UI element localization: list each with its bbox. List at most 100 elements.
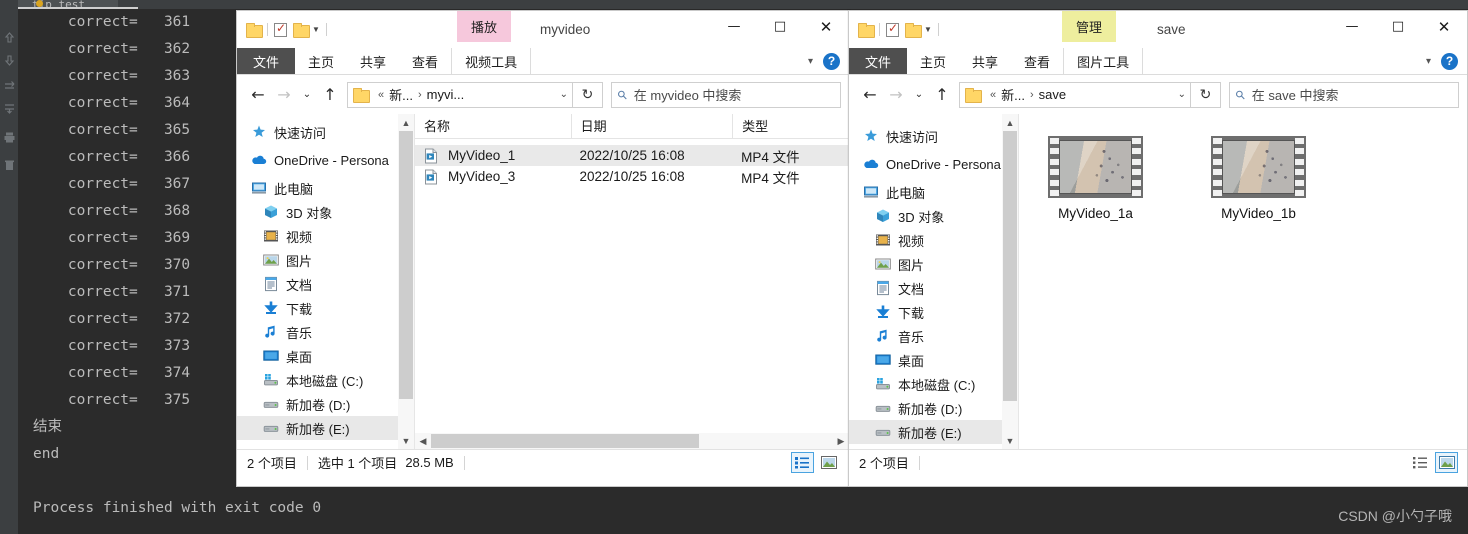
- explorer-window-myvideo[interactable]: ▼ 播放 myvideo — □ ✕ 文件 主页 共享 查看 视频工具 ▾ ? …: [236, 10, 850, 487]
- chevron-down-icon[interactable]: ▾: [1426, 56, 1431, 67]
- forward-button[interactable]: →: [883, 82, 909, 108]
- ribbon-tab-file[interactable]: 文件: [849, 48, 908, 74]
- customize-caret-icon[interactable]: ▼: [924, 25, 932, 34]
- nav-pane-item[interactable]: OneDrive - Persona: [237, 148, 414, 172]
- ribbon-tab-home[interactable]: 主页: [907, 48, 959, 74]
- scroll-up-icon[interactable]: ▲: [1002, 114, 1018, 131]
- nav-pane-item[interactable]: 本地磁盘 (C:): [237, 368, 414, 392]
- scroll-thumb[interactable]: [399, 131, 413, 399]
- window2-ribbon-right[interactable]: ▾ ?: [1426, 48, 1467, 74]
- forward-button[interactable]: →: [271, 82, 297, 108]
- list-item[interactable]: MyVideo_1b: [1196, 136, 1321, 221]
- window1-quick-access-toolbar[interactable]: ▼: [237, 21, 327, 38]
- back-button[interactable]: ←: [245, 82, 271, 108]
- breadcrumb-item-0[interactable]: 新...: [389, 85, 413, 104]
- customize-caret-icon[interactable]: ▼: [312, 25, 320, 34]
- details-view-icon[interactable]: [1409, 452, 1432, 473]
- window2-quick-access-toolbar[interactable]: ▼: [849, 21, 939, 38]
- breadcrumb-item-1[interactable]: save: [1039, 87, 1066, 102]
- chevron-down-icon[interactable]: ⌄: [1170, 89, 1186, 100]
- nav-pane-item[interactable]: 视频: [237, 224, 414, 248]
- print-icon[interactable]: [3, 131, 16, 144]
- nav-pane-item[interactable]: 3D 对象: [849, 204, 1018, 228]
- new-folder-icon[interactable]: [293, 23, 310, 38]
- window1-view-buttons[interactable]: [791, 452, 849, 473]
- nav-pane-item[interactable]: 桌面: [849, 348, 1018, 372]
- window2-thumbnail-pane[interactable]: MyVideo_1a MyVideo_1b: [1019, 114, 1467, 449]
- nav-pane-item[interactable]: 文档: [849, 276, 1018, 300]
- window2-context-tab-highlight[interactable]: 管理: [1062, 11, 1117, 42]
- nav-pane-item[interactable]: 新加卷 (D:): [237, 392, 414, 416]
- window1-context-tab-highlight[interactable]: 播放: [457, 11, 512, 42]
- scroll-right-icon[interactable]: ▶: [833, 436, 849, 447]
- breadcrumb-item-0[interactable]: 新...: [1001, 85, 1025, 104]
- window2-nav-scrollbar[interactable]: ▲ ▼: [1002, 114, 1018, 449]
- window1-search-box[interactable]: ⚲ 在 myvideo 中搜索: [611, 81, 841, 108]
- window1-ribbon[interactable]: 文件 主页 共享 查看 视频工具 ▾ ?: [237, 48, 849, 75]
- window2-search-box[interactable]: ⚲ 在 save 中搜索: [1229, 81, 1459, 108]
- table-row[interactable]: MyVideo_3 2022/10/25 16:08 MP4 文件: [415, 166, 849, 187]
- chevron-down-icon[interactable]: ⌄: [552, 89, 568, 100]
- arrow-down-icon[interactable]: [3, 54, 16, 67]
- nav-pane-item[interactable]: 新加卷 (D:): [849, 396, 1018, 420]
- ribbon-tab-view[interactable]: 查看: [399, 48, 451, 74]
- window2-address-bar[interactable]: « 新... › save ⌄: [959, 81, 1191, 108]
- nav-pane-item[interactable]: 快速访问: [849, 124, 1018, 148]
- help-icon[interactable]: ?: [823, 52, 840, 70]
- window1-caption-buttons[interactable]: — □ ✕: [711, 11, 849, 42]
- scroll-down-icon[interactable]: ▼: [1002, 432, 1018, 449]
- ribbon-tab-video-tools[interactable]: 视频工具: [451, 48, 532, 74]
- arrow-up-icon[interactable]: [3, 31, 16, 44]
- minimize-icon[interactable]: —: [711, 11, 757, 42]
- window1-navigation-pane[interactable]: 快速访问 OneDrive - Persona 此电脑 3D 对象 视频 图片 文档 下载 音乐…: [237, 114, 415, 449]
- search-placeholder[interactable]: 在 myvideo 中搜索: [634, 85, 742, 104]
- nav-pane-item[interactable]: 3D 对象: [237, 200, 414, 224]
- scroll-left-icon[interactable]: ◀: [415, 436, 431, 447]
- back-button[interactable]: ←: [857, 82, 883, 108]
- maximize-icon[interactable]: □: [757, 11, 803, 42]
- window2-navigation-bar[interactable]: ← → ⌄ ↑ « 新... › save ⌄ ↻ ⚲ 在 save 中搜索: [849, 75, 1467, 114]
- close-icon[interactable]: ✕: [803, 11, 849, 42]
- scroll-down-icon[interactable]: ▼: [398, 432, 414, 449]
- nav-pane-item[interactable]: 桌面: [237, 344, 414, 368]
- console-toolbar[interactable]: [0, 9, 18, 534]
- search-placeholder[interactable]: 在 save 中搜索: [1252, 85, 1339, 104]
- refresh-button[interactable]: ↻: [573, 81, 603, 108]
- window2-caption-buttons[interactable]: — □ ✕: [1329, 11, 1467, 42]
- nav-pane-item[interactable]: 图片: [849, 252, 1018, 276]
- window1-address-bar[interactable]: « 新... › myvi... ⌄: [347, 81, 573, 108]
- minimize-icon[interactable]: —: [1329, 11, 1375, 42]
- window2-title-bar[interactable]: ▼ 管理 save — □ ✕: [849, 11, 1467, 48]
- window1-navigation-bar[interactable]: ← → ⌄ ↑ « 新... › myvi... ⌄ ↻ ⚲ 在 myvideo…: [237, 75, 849, 114]
- refresh-button[interactable]: ↻: [1191, 81, 1221, 108]
- explorer-window-save[interactable]: ▼ 管理 save — □ ✕ 文件 主页 共享 查看 图片工具 ▾ ? ←: [848, 10, 1468, 487]
- nav-pane-item[interactable]: 本地磁盘 (C:): [849, 372, 1018, 396]
- close-icon[interactable]: ✕: [1421, 11, 1467, 42]
- scroll-thumb[interactable]: [1003, 131, 1017, 401]
- nav-pane-item[interactable]: 图片: [237, 248, 414, 272]
- details-view-icon[interactable]: [791, 452, 814, 473]
- rerun-icon[interactable]: [3, 79, 16, 92]
- column-header-name[interactable]: 名称: [415, 114, 571, 139]
- chevron-down-icon[interactable]: ▾: [808, 56, 813, 67]
- nav-pane-item[interactable]: OneDrive - Persona: [849, 152, 1018, 176]
- scroll-up-icon[interactable]: ▲: [398, 114, 414, 131]
- list-item[interactable]: MyVideo_1a: [1033, 136, 1158, 221]
- window1-title-bar[interactable]: ▼ 播放 myvideo — □ ✕: [237, 11, 849, 48]
- ribbon-tab-share[interactable]: 共享: [959, 48, 1011, 74]
- maximize-icon[interactable]: □: [1375, 11, 1421, 42]
- nav-pane-item[interactable]: 视频: [849, 228, 1018, 252]
- ribbon-tab-home[interactable]: 主页: [295, 48, 347, 74]
- nav-pane-item[interactable]: 此电脑: [237, 176, 414, 200]
- nav-pane-item[interactable]: 音乐: [237, 320, 414, 344]
- window1-horizontal-scrollbar[interactable]: ◀ ▶: [415, 433, 849, 449]
- up-button[interactable]: ↑: [317, 82, 343, 108]
- window1-file-list-pane[interactable]: 名称 日期 类型 MyVideo_1 2022/10/25 16:08 MP4 文件…: [415, 114, 849, 449]
- ribbon-tab-share[interactable]: 共享: [347, 48, 399, 74]
- window2-view-buttons[interactable]: [1409, 452, 1467, 473]
- trash-icon[interactable]: [3, 159, 16, 172]
- nav-pane-item[interactable]: 快速访问: [237, 120, 414, 144]
- ribbon-tab-file[interactable]: 文件: [237, 48, 296, 74]
- column-header-type[interactable]: 类型: [732, 114, 849, 139]
- nav-pane-item[interactable]: 下载: [849, 300, 1018, 324]
